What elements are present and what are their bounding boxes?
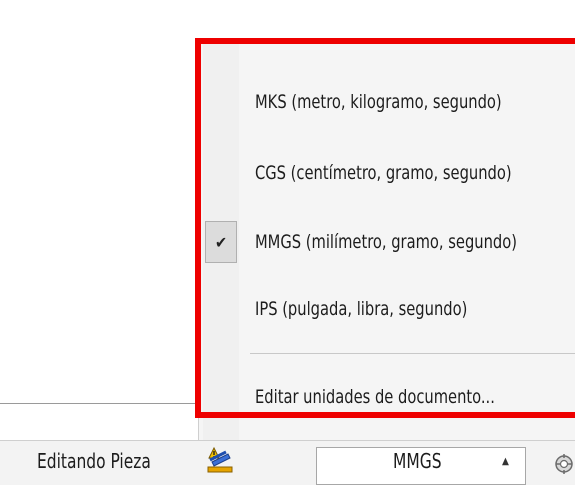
units-select-value: MMGS (393, 449, 442, 473)
menu-item-cgs[interactable]: CGS (centímetro, gramo, segundo) (255, 153, 512, 193)
chevron-up-icon[interactable]: ▲ (502, 456, 509, 467)
panel-divider (0, 403, 200, 404)
menu-item-ips[interactable]: IPS (pulgada, libra, segundo) (255, 289, 467, 329)
rebuild-warning-icon[interactable] (206, 446, 234, 474)
menu-item-mks[interactable]: MKS (metro, kilogramo, segundo) (255, 82, 502, 122)
checkmark-icon: ✔ (205, 221, 237, 263)
status-text: Editando Pieza (37, 449, 151, 473)
menu-item-mmgs[interactable]: MMGS (milímetro, gramo, segundo) (255, 222, 517, 262)
settings-icon[interactable] (553, 451, 575, 477)
menu-separator (250, 353, 575, 354)
menu-item-edit-units[interactable]: Editar unidades de documento... (255, 377, 495, 417)
